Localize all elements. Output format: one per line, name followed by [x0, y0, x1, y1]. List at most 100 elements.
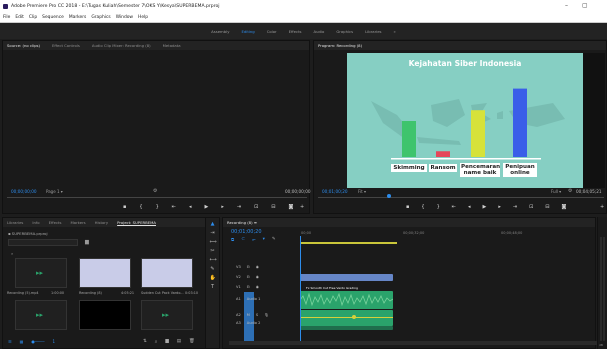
- toggle-output-icon[interactable]: ◉: [256, 265, 259, 269]
- audio-clip[interactable]: [300, 291, 393, 309]
- track-header-v3[interactable]: V3 ⊟ ◉: [230, 262, 296, 271]
- new-bin-footer-icon[interactable]: ▆: [165, 339, 168, 345]
- voice-over-icon[interactable]: 🎙: [264, 313, 269, 317]
- project-item-thumbnail[interactable]: [79, 258, 131, 288]
- program-time-ruler[interactable]: [318, 197, 604, 198]
- menu-markers[interactable]: Markers: [69, 15, 86, 20]
- slip-tool-icon[interactable]: ⟷: [210, 257, 217, 263]
- source-settings-icon[interactable]: ⚙: [153, 188, 157, 194]
- timeline-settings-icon[interactable]: ✎: [272, 237, 276, 243]
- extract-icon[interactable]: ⊟: [545, 204, 549, 210]
- find-icon[interactable]: ⌕: [155, 339, 158, 345]
- project-item-thumbnail[interactable]: ▸▸: [15, 258, 67, 288]
- track-header-a1[interactable]: A1 Audio 1: [230, 294, 296, 303]
- program-timecode[interactable]: 00;01;00;20: [322, 189, 348, 194]
- step-forward-icon[interactable]: ▸: [221, 204, 224, 210]
- toggle-output-icon[interactable]: ◉: [256, 275, 259, 279]
- prog-step-forward-icon[interactable]: ▸: [498, 204, 501, 210]
- timeline-timecode[interactable]: 00;01;00;20: [231, 229, 262, 235]
- workspace-audio[interactable]: Audio: [314, 29, 325, 34]
- workspace-color[interactable]: Color: [267, 29, 277, 34]
- prog-go-to-in-icon[interactable]: ⇤: [452, 204, 456, 210]
- workspace-graphics[interactable]: Graphics: [336, 29, 353, 34]
- sort-icon[interactable]: ⇅: [143, 339, 147, 345]
- tab-history[interactable]: History: [95, 220, 109, 225]
- insert-icon[interactable]: ⊡: [254, 204, 258, 210]
- tab-effects[interactable]: Effects: [49, 220, 62, 225]
- pen-tool-icon[interactable]: ✎: [210, 266, 216, 272]
- tab-source[interactable]: Source: (no clips): [7, 43, 40, 48]
- work-area-bar[interactable]: [301, 242, 397, 244]
- menu-clip[interactable]: Clip: [29, 15, 37, 20]
- selection-tool-icon[interactable]: ▲: [210, 221, 216, 227]
- program-resolution-select[interactable]: Full ▾: [551, 189, 561, 194]
- mute-icon[interactable]: M: [247, 313, 250, 317]
- timeline-playhead[interactable]: [300, 236, 301, 341]
- menu-help[interactable]: Help: [138, 15, 148, 20]
- minimize-button[interactable]: –: [565, 2, 568, 9]
- program-add-button-icon[interactable]: +: [600, 204, 604, 210]
- tab-project[interactable]: Project: SUPERBEMA: [117, 220, 156, 225]
- program-playhead[interactable]: [387, 194, 391, 198]
- type-tool-icon[interactable]: T: [210, 284, 216, 290]
- overwrite-icon[interactable]: ⊟: [271, 204, 275, 210]
- tab-markers[interactable]: Markers: [71, 220, 86, 225]
- track-header-v2[interactable]: V2 ⊟ ◉: [230, 272, 296, 281]
- audio-clip[interactable]: [300, 310, 393, 326]
- tab-effect-controls[interactable]: Effect Controls: [52, 43, 80, 48]
- prog-mark-in-icon[interactable]: {: [421, 204, 424, 210]
- tab-libraries[interactable]: Libraries: [7, 220, 23, 225]
- keyframe-marker[interactable]: [352, 315, 356, 319]
- workspace-effects[interactable]: Effects: [289, 29, 302, 34]
- new-bin-icon[interactable]: ▆: [85, 239, 89, 245]
- timeline-scrollbar[interactable]: [229, 341, 599, 345]
- tab-audio-clip-mixer[interactable]: Audio Clip Mixer: Recording (8): [92, 43, 151, 48]
- project-item-thumbnail[interactable]: ▸▸: [15, 300, 67, 330]
- source-timecode[interactable]: 00;00;00;00: [11, 189, 37, 194]
- tab-program[interactable]: Program: Recording (8): [318, 43, 362, 48]
- hand-tool-icon[interactable]: ✋: [210, 275, 216, 281]
- linked-selection-icon[interactable]: ⟜: [252, 237, 256, 243]
- trash-icon[interactable]: 🗑: [189, 339, 195, 345]
- menu-sequence[interactable]: Sequence: [42, 15, 64, 20]
- workspace-assembly[interactable]: Assembly: [211, 29, 229, 34]
- prog-export-frame-icon[interactable]: ◙: [561, 204, 566, 210]
- step-back-icon[interactable]: ◂: [189, 204, 192, 210]
- program-settings-icon[interactable]: ⚙: [568, 188, 572, 194]
- nest-icon[interactable]: ⧉: [231, 237, 234, 243]
- video-clip[interactable]: Fx Smooth Cut Free Vardo Grading: [300, 274, 393, 290]
- track-header-v1[interactable]: V1 ⊟ ◉: [230, 282, 296, 291]
- project-item-thumbnail[interactable]: [141, 258, 193, 288]
- tab-info[interactable]: Info: [32, 220, 39, 225]
- toggle-sync-lock-icon[interactable]: ⊟: [247, 265, 250, 269]
- zoom-slider[interactable]: ●────: [31, 339, 44, 344]
- razor-tool-icon[interactable]: ✂: [210, 248, 216, 254]
- audio-clip[interactable]: [300, 326, 393, 330]
- tab-sequence[interactable]: Recording (8) ≡: [227, 220, 257, 225]
- prog-add-marker-icon[interactable]: ▪: [406, 204, 409, 210]
- maximize-button[interactable]: ▢: [582, 2, 588, 9]
- volume-keyframe-line[interactable]: [300, 317, 393, 318]
- program-fit-select[interactable]: Fit ▾: [358, 189, 366, 194]
- prog-go-to-out-icon[interactable]: ⇥: [513, 204, 517, 210]
- track-header-a3[interactable]: A3 Audio 2: [230, 318, 296, 327]
- prog-play-icon[interactable]: ▶: [482, 204, 486, 210]
- prog-step-back-icon[interactable]: ◂: [468, 204, 471, 210]
- tab-metadata[interactable]: Metadata: [163, 43, 181, 48]
- project-search-input[interactable]: ⌕: [8, 239, 78, 256]
- snap-icon[interactable]: ⊂: [241, 237, 245, 243]
- go-to-in-icon[interactable]: ⇤: [172, 204, 176, 210]
- list-view-icon[interactable]: ☰: [8, 339, 12, 344]
- add-marker-icon[interactable]: ▪: [123, 204, 126, 210]
- program-video-frame[interactable]: Kejahatan Siber Indonesia Skimming Ransom…: [347, 53, 583, 188]
- menu-file[interactable]: File: [3, 15, 10, 20]
- lift-icon[interactable]: ⊡: [529, 204, 533, 210]
- source-page-select[interactable]: Page 1 ▾: [46, 189, 63, 194]
- menu-graphics[interactable]: Graphics: [91, 15, 110, 20]
- workspace-editing[interactable]: Editing: [241, 29, 254, 34]
- menu-window[interactable]: Window: [116, 15, 133, 20]
- solo-icon[interactable]: S: [256, 313, 258, 317]
- toggle-output-icon[interactable]: ◉: [256, 285, 259, 289]
- project-item-thumbnail[interactable]: ▸▸: [141, 300, 193, 330]
- source-time-ruler[interactable]: [7, 197, 307, 198]
